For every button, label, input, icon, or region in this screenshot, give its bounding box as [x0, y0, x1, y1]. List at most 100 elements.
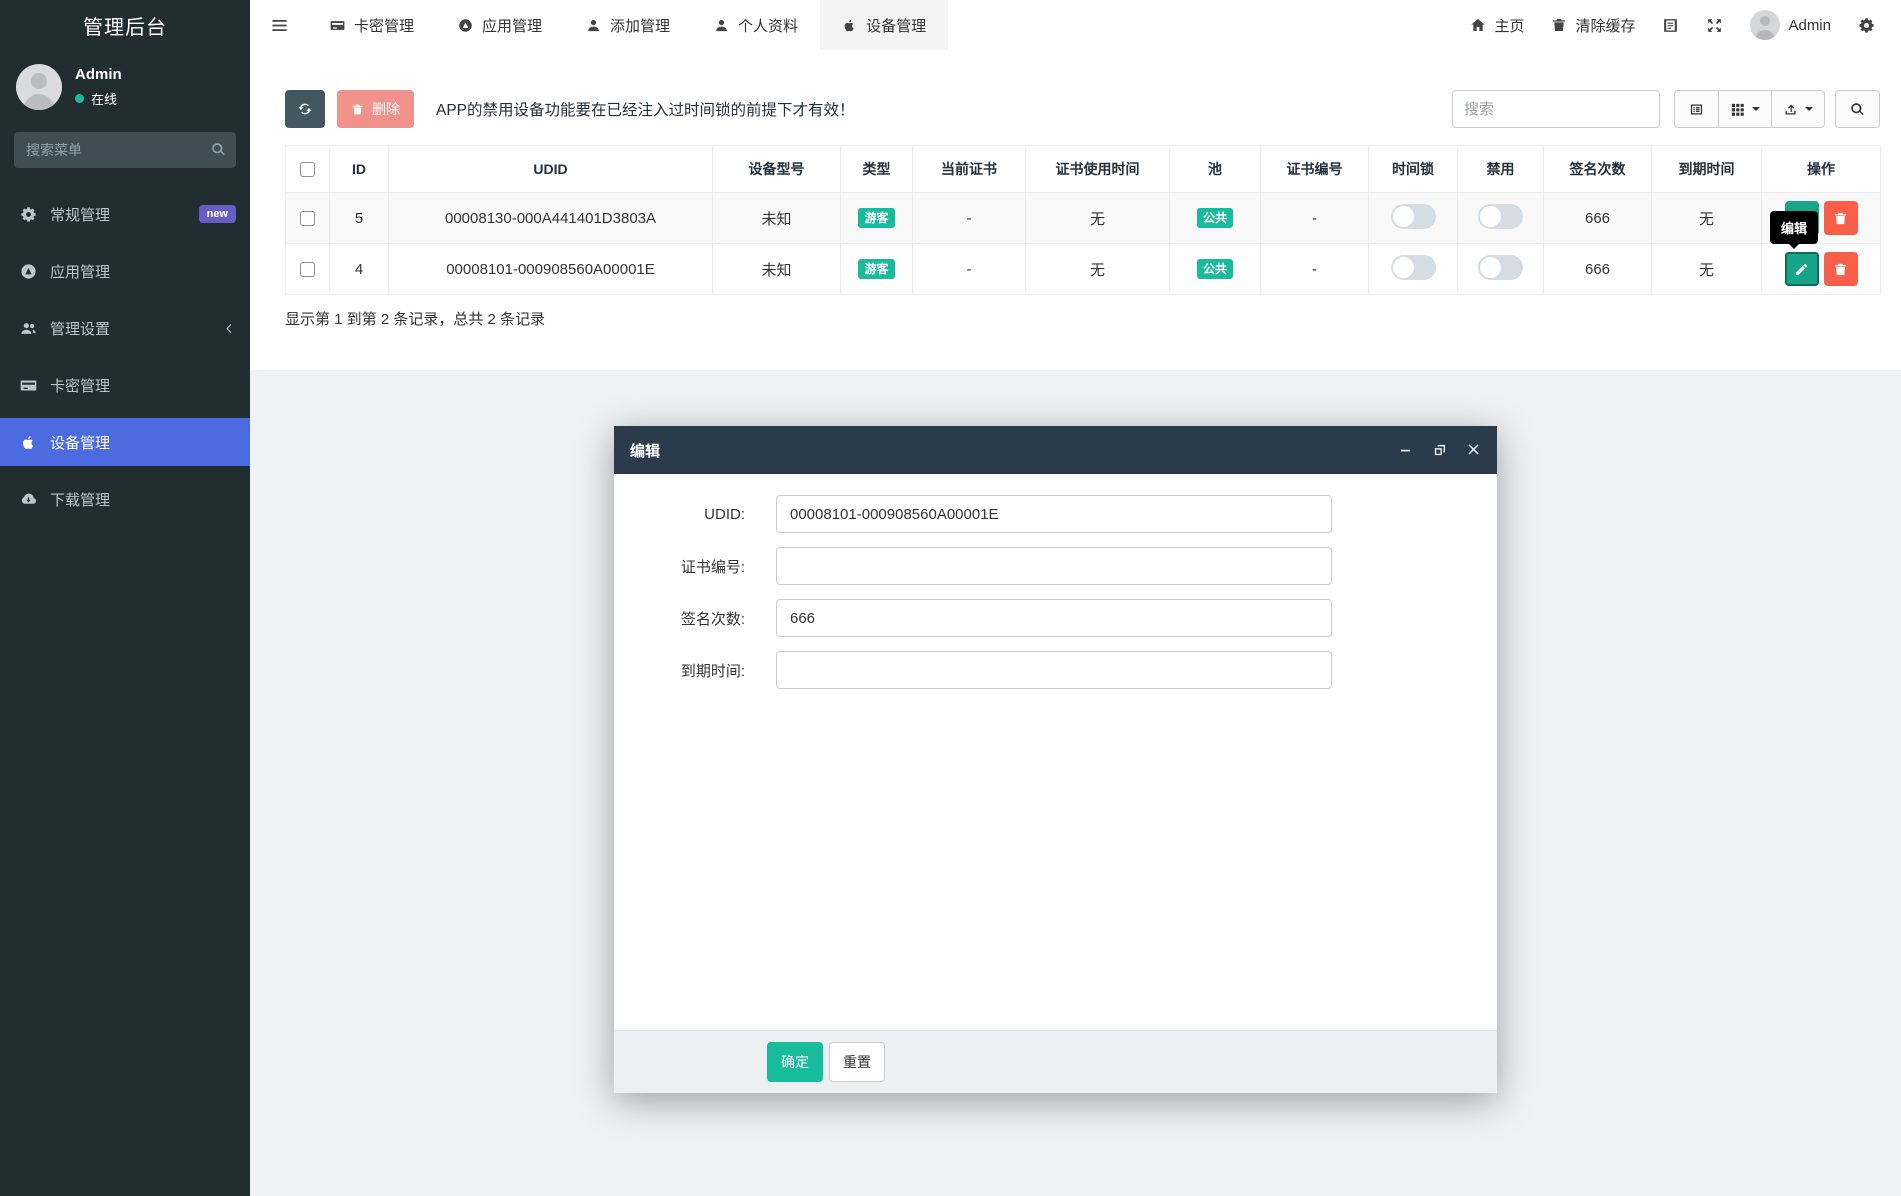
- column-header-type: 类型: [840, 145, 913, 193]
- disable-toggle[interactable]: [1478, 203, 1523, 229]
- tab-devices[interactable]: 设备管理: [820, 0, 949, 50]
- app-circle-icon: [21, 263, 36, 279]
- search-button[interactable]: [1835, 90, 1880, 128]
- caret-down-icon: [1805, 107, 1813, 115]
- user-avatar: [1750, 10, 1781, 40]
- trash-icon: [1834, 263, 1847, 275]
- row-checkbox[interactable]: [300, 211, 315, 227]
- timelock-toggle[interactable]: [1390, 203, 1436, 229]
- export-dropdown-button[interactable]: [1772, 90, 1825, 128]
- disable-toggle[interactable]: [1478, 254, 1523, 280]
- form-row-sign-count: 签名次数:: [614, 599, 1497, 637]
- udid-field[interactable]: [776, 495, 1332, 533]
- sidebar-item-apps[interactable]: 应用管理: [0, 247, 250, 295]
- cell-cert-no: -: [1260, 243, 1369, 295]
- export-icon: [1785, 104, 1796, 114]
- caret-down-icon: [1752, 107, 1760, 115]
- modal-header: 编辑 ×: [614, 426, 1497, 474]
- user-status-label: 在线: [91, 92, 118, 107]
- menu-toggle-button[interactable]: [250, 0, 308, 50]
- column-header-timelock: 时间锁: [1368, 145, 1458, 193]
- sign-count-field[interactable]: [776, 599, 1332, 637]
- user-icon: [588, 19, 599, 31]
- clear-cache-link[interactable]: 清除缓存: [1551, 15, 1635, 36]
- delete-row-button[interactable]: [1823, 201, 1858, 235]
- expire-time-label: 到期时间:: [680, 662, 745, 680]
- row-checkbox[interactable]: [300, 262, 315, 278]
- sidebar-item-general[interactable]: 常规管理 new: [0, 190, 250, 238]
- devices-table: ID UDID 设备型号 类型 当前证书 证书使用时间 池 证书编号 时间锁 禁…: [285, 145, 1881, 295]
- minimize-button[interactable]: [1398, 443, 1413, 458]
- users-icon: [21, 322, 36, 334]
- sidebar-item-devices[interactable]: 设备管理: [0, 418, 250, 466]
- column-header-id: ID: [329, 145, 389, 193]
- edit-button[interactable]: [1784, 252, 1819, 286]
- cell-id: 5: [329, 192, 389, 244]
- sidebar-item-admin-settings[interactable]: 管理设置: [0, 304, 250, 352]
- chevron-left-icon: [223, 322, 236, 335]
- cell-model: 未知: [712, 243, 841, 295]
- column-header-pool: 池: [1169, 145, 1261, 193]
- tab-add-admin[interactable]: 添加管理: [564, 0, 692, 50]
- apple-icon: [23, 435, 34, 449]
- timelock-toggle[interactable]: [1390, 254, 1436, 280]
- sidebar-item-card-keys[interactable]: 卡密管理: [0, 361, 250, 409]
- type-badge: 游客: [858, 259, 895, 279]
- columns-dropdown-button[interactable]: [1719, 90, 1772, 128]
- tab-label: 设备管理: [866, 17, 927, 35]
- tab-profile[interactable]: 个人资料: [692, 0, 820, 50]
- app-title: 管理后台: [83, 16, 167, 39]
- close-button[interactable]: ×: [1466, 441, 1481, 459]
- home-link[interactable]: 主页: [1470, 15, 1524, 36]
- sidebar: 管理后台 Admin 在线 常规管理 new 应用管理 管理设置: [0, 0, 250, 1196]
- tab-card-keys[interactable]: 卡密管理: [308, 0, 436, 50]
- refresh-button[interactable]: [285, 90, 325, 128]
- column-header-current-cert: 当前证书: [912, 145, 1026, 193]
- column-header-model: 设备型号: [712, 145, 841, 193]
- language-button[interactable]: [1662, 17, 1679, 34]
- cert-no-field[interactable]: [776, 547, 1332, 585]
- tab-label: 卡密管理: [354, 17, 415, 35]
- modal-body: UDID: 证书编号: 签名次数: 到期时间:: [614, 474, 1497, 1030]
- detail-view-icon: [1690, 104, 1703, 114]
- detail-view-button[interactable]: [1674, 90, 1719, 128]
- form-row-cert-no: 证书编号:: [614, 547, 1497, 585]
- table-search-input[interactable]: [1452, 90, 1660, 128]
- sidebar-search-input[interactable]: [14, 132, 236, 168]
- type-badge: 游客: [858, 208, 895, 228]
- home-icon: [1471, 19, 1486, 31]
- toolbar-right: [1452, 90, 1880, 128]
- select-all-checkbox[interactable]: [300, 162, 315, 178]
- cell-current-cert: -: [912, 243, 1026, 295]
- credit-card-icon: [330, 20, 345, 30]
- search-icon: [1851, 102, 1864, 115]
- pool-badge: 公共: [1196, 259, 1233, 279]
- clear-cache-label: 清除缓存: [1575, 17, 1636, 35]
- column-header-expire: 到期时间: [1651, 145, 1762, 193]
- sidebar-item-downloads[interactable]: 下载管理: [0, 475, 250, 523]
- expire-time-field[interactable]: [776, 651, 1332, 689]
- delete-row-button[interactable]: [1823, 252, 1858, 286]
- minimize-icon: [1400, 449, 1411, 451]
- settings-button[interactable]: [1858, 17, 1875, 34]
- fullscreen-button[interactable]: [1706, 17, 1723, 34]
- tab-label: 添加管理: [610, 17, 671, 35]
- user-menu[interactable]: Admin: [1750, 10, 1831, 40]
- online-dot: [75, 94, 84, 103]
- cell-sign-count: 666: [1543, 192, 1652, 244]
- sidebar-item-label: 常规管理: [50, 206, 111, 224]
- tab-apps[interactable]: 应用管理: [436, 0, 564, 50]
- refresh-icon: [298, 103, 312, 115]
- table-toolbar: 删除 APP的禁用设备功能要在已经注入过时间锁的前提下才有效！: [285, 90, 1880, 128]
- delete-button[interactable]: 删除: [337, 90, 414, 128]
- cert-no-label: 证书编号:: [680, 558, 745, 576]
- maximize-button[interactable]: [1432, 443, 1447, 458]
- cell-current-cert: -: [912, 192, 1026, 244]
- column-header-sign-count: 签名次数: [1543, 145, 1652, 193]
- udid-label: UDID:: [704, 505, 745, 523]
- reset-button[interactable]: 重置: [829, 1042, 885, 1082]
- form-row-expire-time: 到期时间:: [614, 651, 1497, 689]
- table-header-row: ID UDID 设备型号 类型 当前证书 证书使用时间 池 证书编号 时间锁 禁…: [285, 145, 1881, 193]
- hamburger-icon: [271, 19, 287, 31]
- confirm-button[interactable]: 确定: [767, 1042, 823, 1082]
